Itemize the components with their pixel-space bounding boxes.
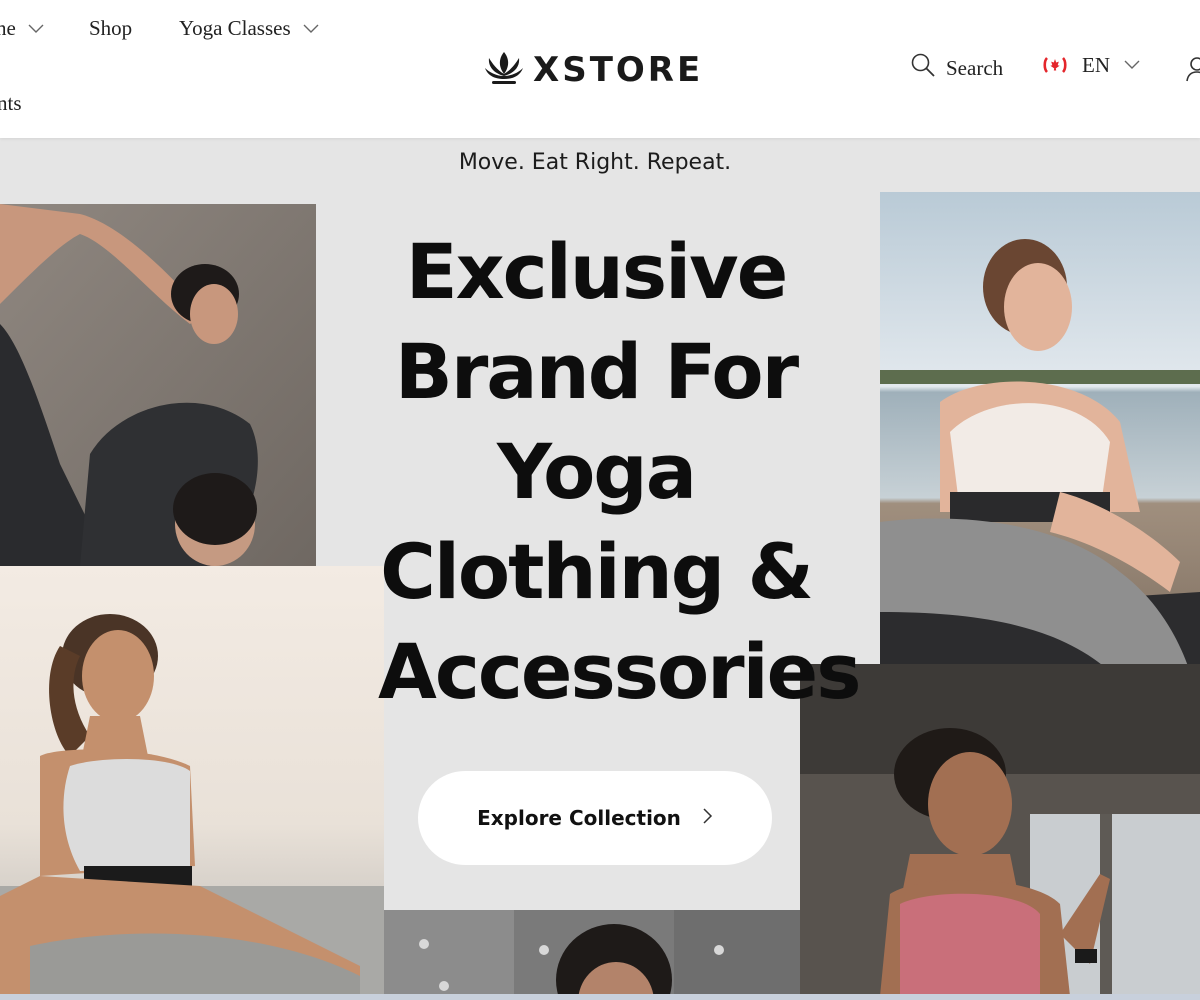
chevron-down-icon — [28, 24, 44, 34]
lotus-icon — [483, 48, 525, 92]
yoga-dancer-pose-photo — [0, 204, 316, 566]
logo-text: XSTORE — [533, 50, 704, 90]
headline-line: Yoga — [497, 427, 697, 516]
chevron-down-icon — [303, 24, 319, 34]
nav-item-label: Yoga Classes — [179, 16, 291, 40]
nav-item-yoga-classes[interactable]: Yoga Classes — [179, 16, 319, 41]
yoga-meditation-photo — [0, 566, 384, 996]
headline-line: Brand For — [394, 327, 799, 416]
user-icon — [1186, 57, 1200, 86]
yoga-prayer-hands-photo — [800, 664, 1200, 996]
search-label: Search — [946, 55, 1004, 80]
site-logo[interactable]: XSTORE — [483, 48, 703, 92]
page-bottom-edge — [0, 994, 1200, 1000]
headline-line: Clothing & — [380, 527, 814, 616]
nav-item-events[interactable]: nts — [0, 91, 22, 116]
account-button[interactable] — [1186, 56, 1200, 86]
nav-item-label: nts — [0, 91, 22, 115]
language-label: EN — [1082, 52, 1110, 77]
headline-line: Exclusive — [405, 227, 789, 316]
search-icon — [910, 52, 936, 84]
cta-label: Explore Collection — [477, 806, 681, 830]
canada-flag-icon — [1042, 52, 1068, 78]
chevron-right-icon — [703, 808, 713, 828]
explore-collection-button[interactable]: Explore Collection — [418, 771, 772, 865]
nav-item-label: Shop — [89, 16, 133, 40]
language-selector[interactable]: EN — [1042, 52, 1140, 78]
headline-line: Accessories — [378, 627, 861, 716]
hero-headline: Exclusive Brand For Yoga Clothing & Acce… — [378, 222, 861, 722]
nav-item-label: ne — [0, 16, 16, 40]
hero-tagline: Move. Eat Right. Repeat. — [458, 150, 732, 175]
chevron-down-icon — [1124, 60, 1140, 70]
yoga-portrait-photo — [384, 910, 800, 996]
nav-item-shop[interactable]: Shop — [89, 16, 132, 41]
nav-item-home[interactable]: ne — [0, 16, 44, 41]
search-button[interactable]: Search — [910, 52, 1003, 84]
site-header: ne Shop Yoga Classes nts XSTORE Search E… — [0, 0, 1200, 138]
